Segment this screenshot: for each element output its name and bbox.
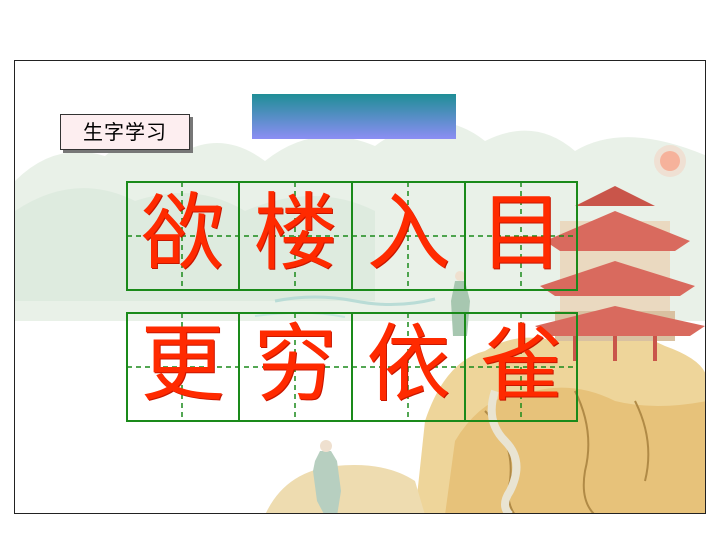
character-cell: 雀 [479,315,564,413]
character-cell: 目 [479,184,564,282]
character-cell: 入 [366,184,451,282]
title-banner [252,94,456,139]
character-grid-row-2: 更 穷 依 雀 [126,312,578,422]
character-grid-row-1: 欲 楼 入 目 [126,181,578,291]
slide: 生字学习 欲 楼 入 目 更 穷 依 雀 [14,60,706,514]
character-cell: 欲 [140,184,225,282]
lesson-label: 生字学习 [60,114,190,150]
character-cell: 更 [140,315,225,413]
character-cell: 穷 [253,315,338,413]
character-cell: 依 [366,315,451,413]
character-cell: 楼 [253,184,338,282]
